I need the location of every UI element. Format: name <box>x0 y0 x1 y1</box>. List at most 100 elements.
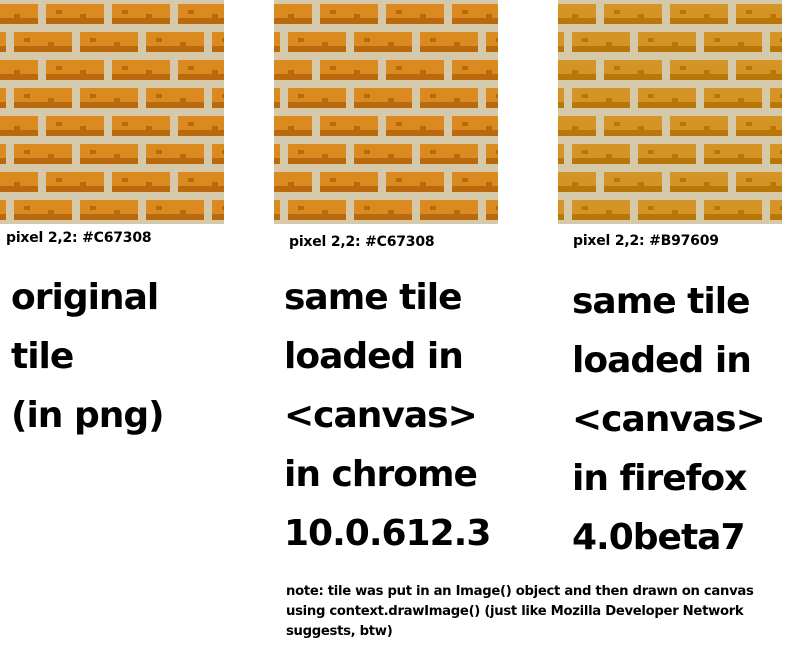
brick-speckle <box>298 38 304 42</box>
brick-shade <box>572 214 630 220</box>
caption-line: loaded in <box>284 336 464 377</box>
brick-speckle <box>14 182 20 186</box>
pixel-label: pixel 2,2: #B97609 <box>573 233 719 249</box>
brick-speckle <box>114 154 120 158</box>
brick-shade <box>736 130 782 136</box>
brick-shade <box>558 158 564 164</box>
brick-shade <box>638 46 696 52</box>
caption-line: in firefox <box>572 458 747 499</box>
brick-speckle <box>770 70 776 74</box>
brick-shade <box>212 158 224 164</box>
brick-speckle <box>496 94 498 98</box>
panel-firefox: pixel 2,2: #B97609 same tile loaded in <… <box>558 0 782 558</box>
brick-shade <box>670 186 728 192</box>
brick-shade <box>274 18 312 24</box>
brick-speckle <box>322 210 328 214</box>
brick-shade <box>736 186 782 192</box>
brick-speckle <box>396 10 402 14</box>
panel-caption: same tile loaded in <canvas> in chrome 1… <box>284 268 534 563</box>
brick-shade <box>46 186 104 192</box>
brick-speckle <box>738 154 744 158</box>
brick-shade <box>770 158 782 164</box>
brick-shade <box>558 102 564 108</box>
caption-line: loaded in <box>572 340 752 381</box>
brick-tile-chrome <box>274 0 498 224</box>
brick-shade <box>354 46 412 52</box>
brick-speckle <box>572 182 578 186</box>
brick-shade <box>604 74 662 80</box>
brick-shade <box>212 214 224 220</box>
brick-speckle <box>222 94 224 98</box>
brick-speckle <box>14 126 20 130</box>
brick-speckle <box>56 10 62 14</box>
brick-shade <box>146 158 204 164</box>
brick-shade <box>46 18 104 24</box>
brick-shade <box>770 214 782 220</box>
brick-speckle <box>680 66 686 70</box>
brick-speckle <box>48 98 54 102</box>
brick-speckle <box>704 182 710 186</box>
brick-shade <box>638 214 696 220</box>
brick-shade <box>274 102 280 108</box>
brick-speckle <box>156 150 162 154</box>
brick-speckle <box>24 94 30 98</box>
brick-speckle <box>486 182 492 186</box>
brick-speckle <box>24 206 30 210</box>
brick-speckle <box>396 178 402 182</box>
brick-shade <box>0 18 38 24</box>
brick-speckle <box>212 126 218 130</box>
brick-shade <box>14 102 72 108</box>
brick-speckle <box>638 182 644 186</box>
brick-shade <box>212 102 224 108</box>
brick-speckle <box>780 206 782 210</box>
brick-speckle <box>90 38 96 42</box>
brick-shade <box>0 46 6 52</box>
brick-speckle <box>606 210 612 214</box>
brick-shade <box>770 102 782 108</box>
brick-speckle <box>614 10 620 14</box>
caption-line: <canvas> <box>284 395 478 436</box>
caption-line: <canvas> <box>572 399 766 440</box>
brick-shade <box>486 214 498 220</box>
pixel-label: pixel 2,2: #C67308 <box>289 234 435 250</box>
brick-shade <box>46 130 104 136</box>
brick-speckle <box>364 38 370 42</box>
brick-speckle <box>180 154 186 158</box>
brick-speckle <box>156 38 162 42</box>
footnote: note: tile was put in an Image() object … <box>286 584 754 639</box>
brick-speckle <box>90 94 96 98</box>
brick-speckle <box>430 150 436 154</box>
brick-shade <box>670 130 728 136</box>
brick-shade <box>178 130 224 136</box>
brick-speckle <box>288 70 294 74</box>
brick-shade <box>146 214 204 220</box>
brick-shade <box>704 46 762 52</box>
brick-speckle <box>48 42 54 46</box>
brick-speckle <box>672 154 678 158</box>
brick-speckle <box>430 206 436 210</box>
brick-shade <box>558 214 564 220</box>
brick-speckle <box>222 150 224 154</box>
brick-shade <box>274 158 280 164</box>
brick-shade <box>386 18 444 24</box>
brick-shade <box>558 74 596 80</box>
brick-speckle <box>462 178 468 182</box>
brick-speckle <box>572 70 578 74</box>
brick-shade <box>320 74 378 80</box>
brick-speckle <box>704 14 710 18</box>
brick-speckle <box>322 154 328 158</box>
brick-speckle <box>90 206 96 210</box>
brick-speckle <box>146 182 152 186</box>
brick-speckle <box>364 150 370 154</box>
brick-shade <box>452 130 498 136</box>
brick-speckle <box>122 122 128 126</box>
brick-shade <box>452 18 498 24</box>
brick-shade <box>46 74 104 80</box>
brick-speckle <box>486 14 492 18</box>
brick-speckle <box>582 94 588 98</box>
brick-speckle <box>606 42 612 46</box>
brick-speckle <box>222 38 224 42</box>
brick-speckle <box>454 154 460 158</box>
brick-speckle <box>770 14 776 18</box>
brick-shade <box>452 186 498 192</box>
